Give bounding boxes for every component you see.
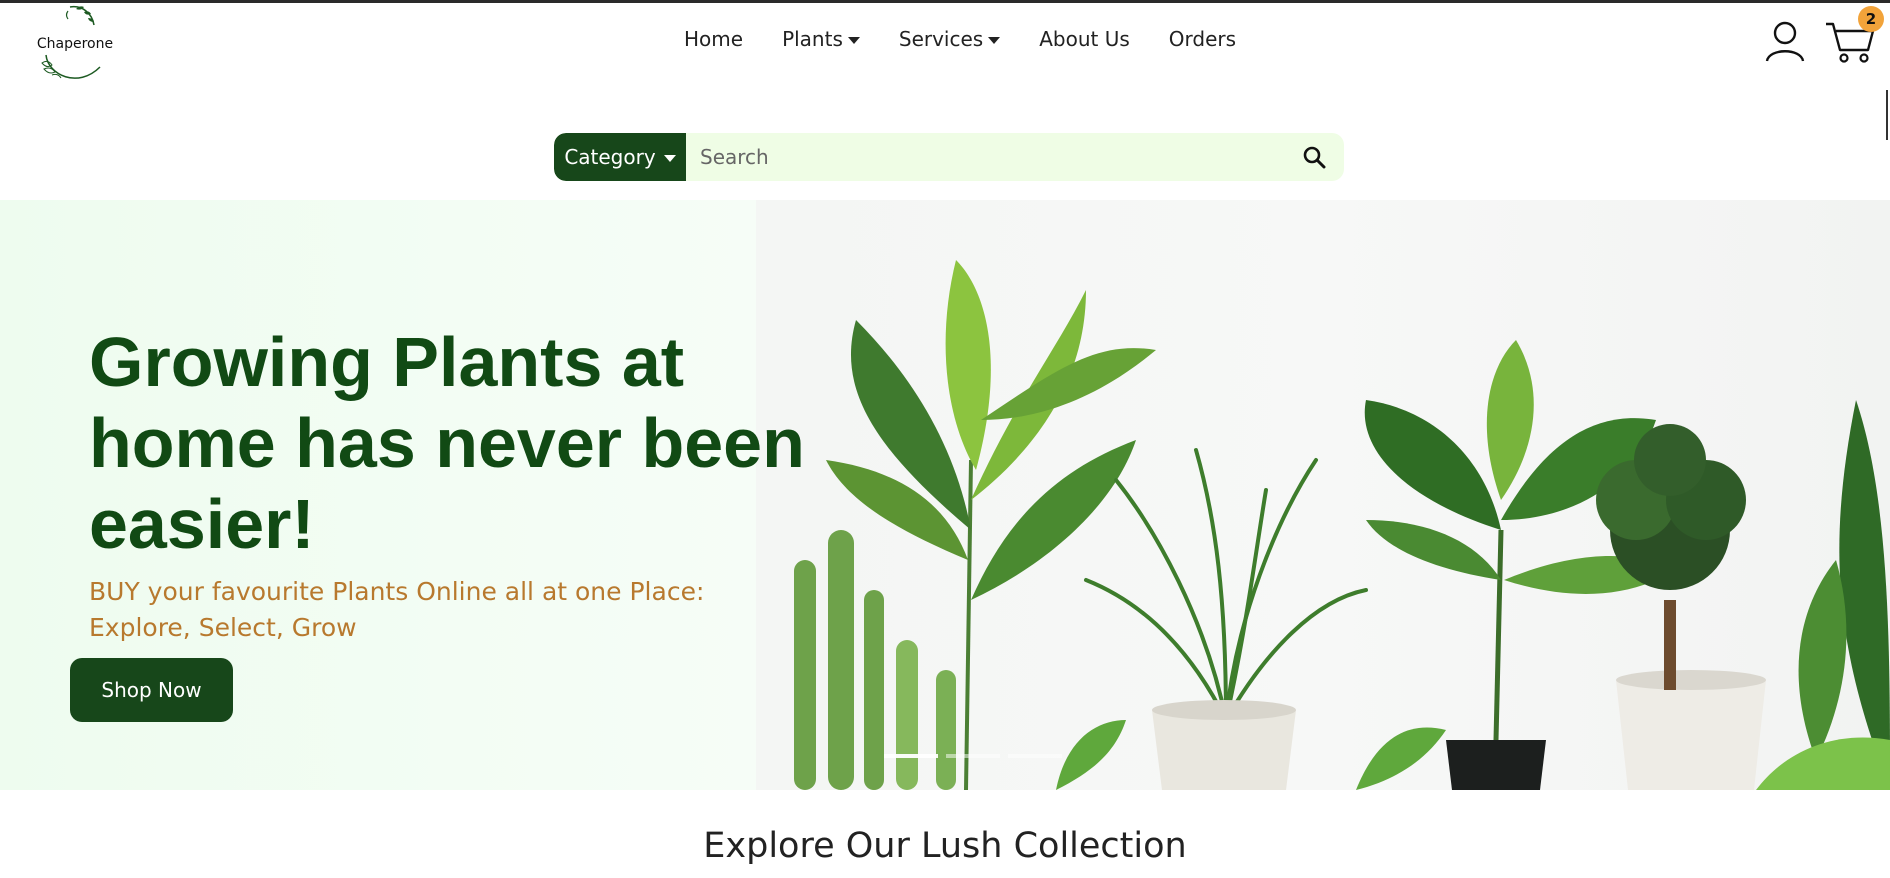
scrollbar-edge[interactable] <box>1886 90 1888 140</box>
search-input[interactable] <box>686 133 1284 181</box>
nav-item-home[interactable]: Home <box>684 27 743 51</box>
top-border <box>0 0 1890 3</box>
nav-item-label: Plants <box>782 27 843 51</box>
user-icon[interactable] <box>1764 20 1806 62</box>
logo-text: Chaperone <box>36 36 114 52</box>
carousel-indicator[interactable] <box>884 754 938 758</box>
search-bar: Category <box>554 133 1344 181</box>
nav-item-orders[interactable]: Orders <box>1169 27 1236 51</box>
cart-count-badge: 2 <box>1858 6 1884 32</box>
nav-item-services[interactable]: Services <box>898 27 1001 51</box>
shop-now-button[interactable]: Shop Now <box>70 658 233 722</box>
carousel-indicator[interactable] <box>1008 754 1062 758</box>
search-icon <box>1303 146 1326 169</box>
hero-subtitle: BUY your favourite Plants Online all at … <box>89 577 705 642</box>
search-button[interactable] <box>1284 133 1344 181</box>
nav-item-label: About Us <box>1039 27 1130 51</box>
nav-item-plants[interactable]: Plants <box>782 27 860 51</box>
logo[interactable]: Chaperone <box>30 3 120 87</box>
hero-title: Growing Plants at home has never been ea… <box>89 323 805 563</box>
caret-down-icon <box>988 36 1001 44</box>
category-dropdown-button[interactable]: Category <box>554 133 686 181</box>
caret-down-icon <box>663 154 676 162</box>
nav-item-label: Home <box>684 27 744 51</box>
main-nav: Home Plants Services About Us Orders <box>684 27 1275 51</box>
carousel-indicator[interactable] <box>946 754 1000 758</box>
nav-item-label: Orders <box>1168 27 1237 51</box>
section-title: Explore Our Lush Collection <box>703 826 1187 866</box>
nav-item-about-us[interactable]: About Us <box>1039 27 1130 51</box>
caret-down-icon <box>847 36 860 44</box>
carousel-indicators <box>884 754 1062 758</box>
category-label: Category <box>564 145 656 169</box>
nav-item-label: Services <box>898 27 984 51</box>
hero-plants-image <box>756 200 1890 790</box>
